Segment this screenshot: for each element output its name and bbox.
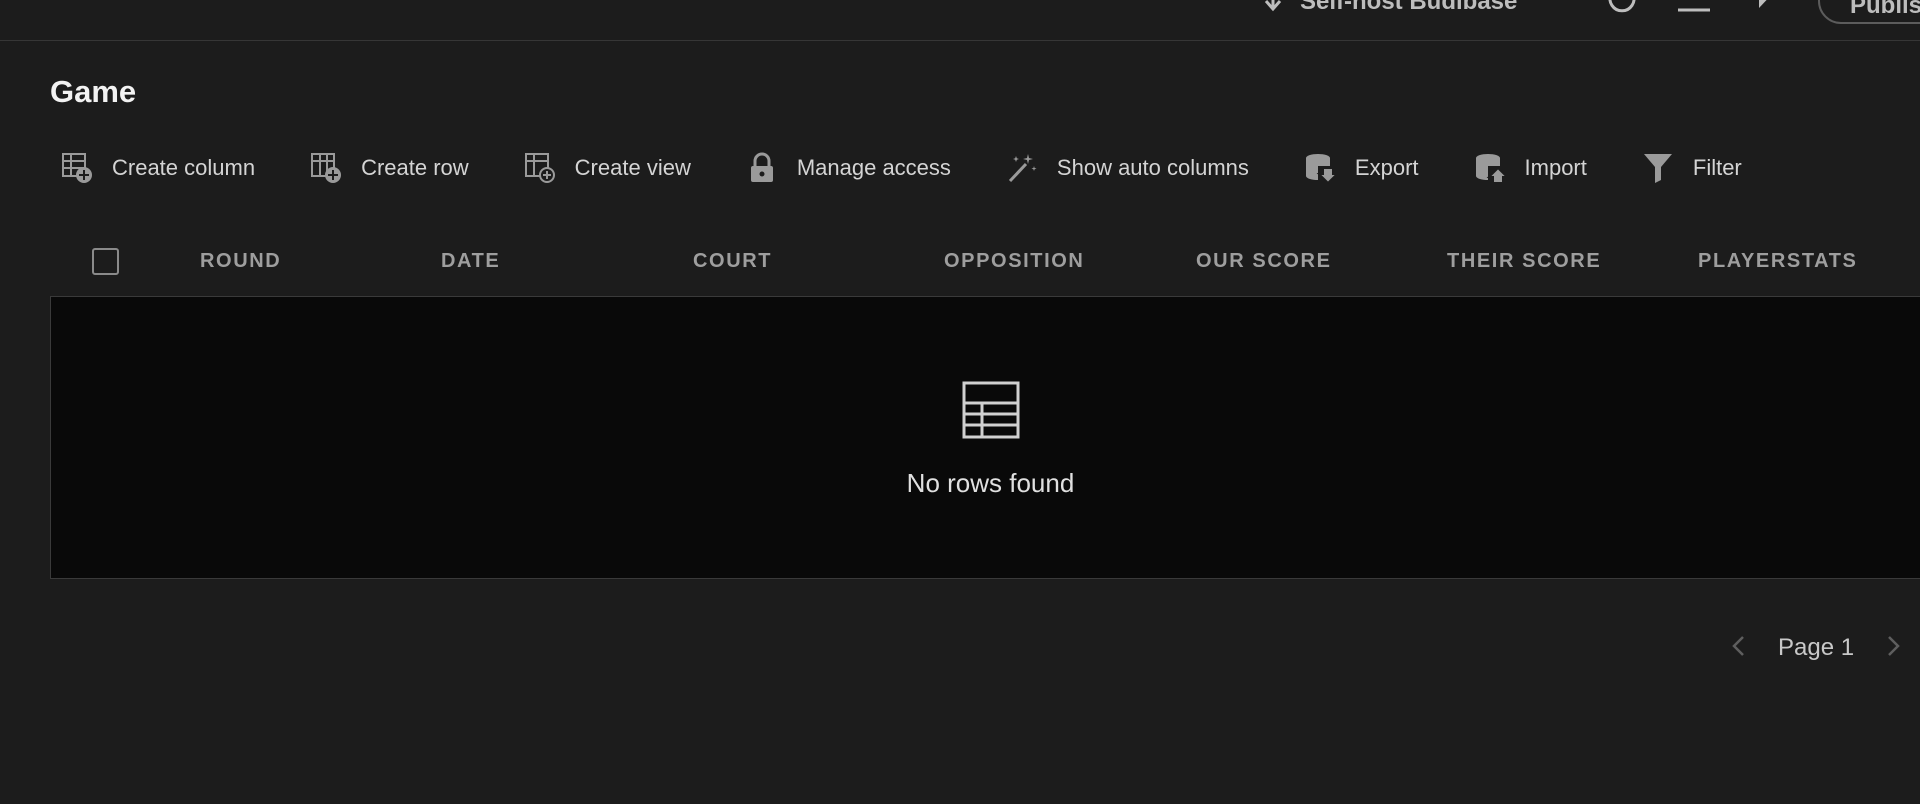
download-arrow-icon	[1262, 0, 1284, 21]
table-add-icon	[523, 151, 557, 185]
filter-button[interactable]: Filter	[1641, 148, 1754, 188]
column-header-round[interactable]: ROUND	[200, 250, 281, 273]
column-header-playerstats[interactable]: PLAYERSTATS	[1698, 250, 1857, 273]
top-bar: Self-host Budibase Publish	[0, 0, 1920, 41]
magic-wand-icon	[1005, 151, 1039, 185]
column-header-their-score[interactable]: THEIR SCORE	[1447, 250, 1601, 273]
manage-access-label: Manage access	[796, 155, 951, 180]
export-label: Export	[1354, 155, 1419, 180]
select-all-checkbox[interactable]	[92, 248, 119, 275]
play-icon[interactable]	[1752, 0, 1784, 14]
table-add-icon	[60, 151, 94, 185]
manage-access-button[interactable]: Manage access	[745, 148, 963, 188]
table-icon	[962, 381, 1020, 444]
lock-icon	[745, 151, 779, 185]
show-auto-columns-label: Show auto columns	[1056, 155, 1249, 180]
table-header: ROUND DATE COURT OPPOSITION OUR SCORE TH…	[50, 240, 1920, 296]
create-view-button[interactable]: Create view	[523, 148, 703, 188]
empty-state: No rows found	[51, 381, 1920, 499]
show-auto-columns-button[interactable]: Show auto columns	[1005, 148, 1261, 188]
database-export-icon	[1303, 151, 1337, 185]
column-header-opposition[interactable]: OPPOSITION	[944, 250, 1084, 273]
previous-page-button[interactable]	[1720, 630, 1756, 666]
column-header-our-score[interactable]: OUR SCORE	[1196, 250, 1332, 273]
create-row-button[interactable]: Create row	[309, 148, 481, 188]
self-host-link[interactable]: Self-host Budibase	[1262, 0, 1517, 18]
next-page-button[interactable]	[1876, 630, 1912, 666]
import-button[interactable]: Import	[1473, 148, 1599, 188]
column-header-date[interactable]: DATE	[441, 250, 500, 273]
empty-message: No rows found	[906, 468, 1075, 498]
create-column-label: Create column	[112, 155, 256, 180]
pagination: Page 1	[1720, 630, 1912, 666]
chevron-left-icon	[1731, 635, 1745, 662]
column-header-court[interactable]: COURT	[693, 250, 772, 273]
create-view-label: Create view	[574, 155, 691, 180]
create-row-label: Create row	[361, 155, 469, 180]
chevron-right-icon	[1887, 635, 1901, 662]
import-label: Import	[1524, 155, 1587, 180]
publish-button[interactable]: Publish	[1818, 0, 1920, 24]
page-label: Page 1	[1778, 634, 1855, 661]
refresh-icon[interactable]	[1606, 0, 1638, 14]
filter-label: Filter	[1692, 155, 1742, 180]
self-host-label: Self-host Budibase	[1300, 0, 1518, 15]
filter-icon	[1641, 151, 1675, 185]
table-add-icon	[309, 151, 343, 185]
page-title: Game	[50, 74, 137, 109]
create-column-button[interactable]: Create column	[60, 148, 267, 188]
table-body: No rows found	[50, 296, 1920, 579]
export-button[interactable]: Export	[1303, 148, 1431, 188]
menu-icon[interactable]	[1678, 0, 1710, 14]
database-import-icon	[1473, 151, 1507, 185]
table-toolbar: Create column Create row Create view Man…	[60, 148, 1796, 188]
